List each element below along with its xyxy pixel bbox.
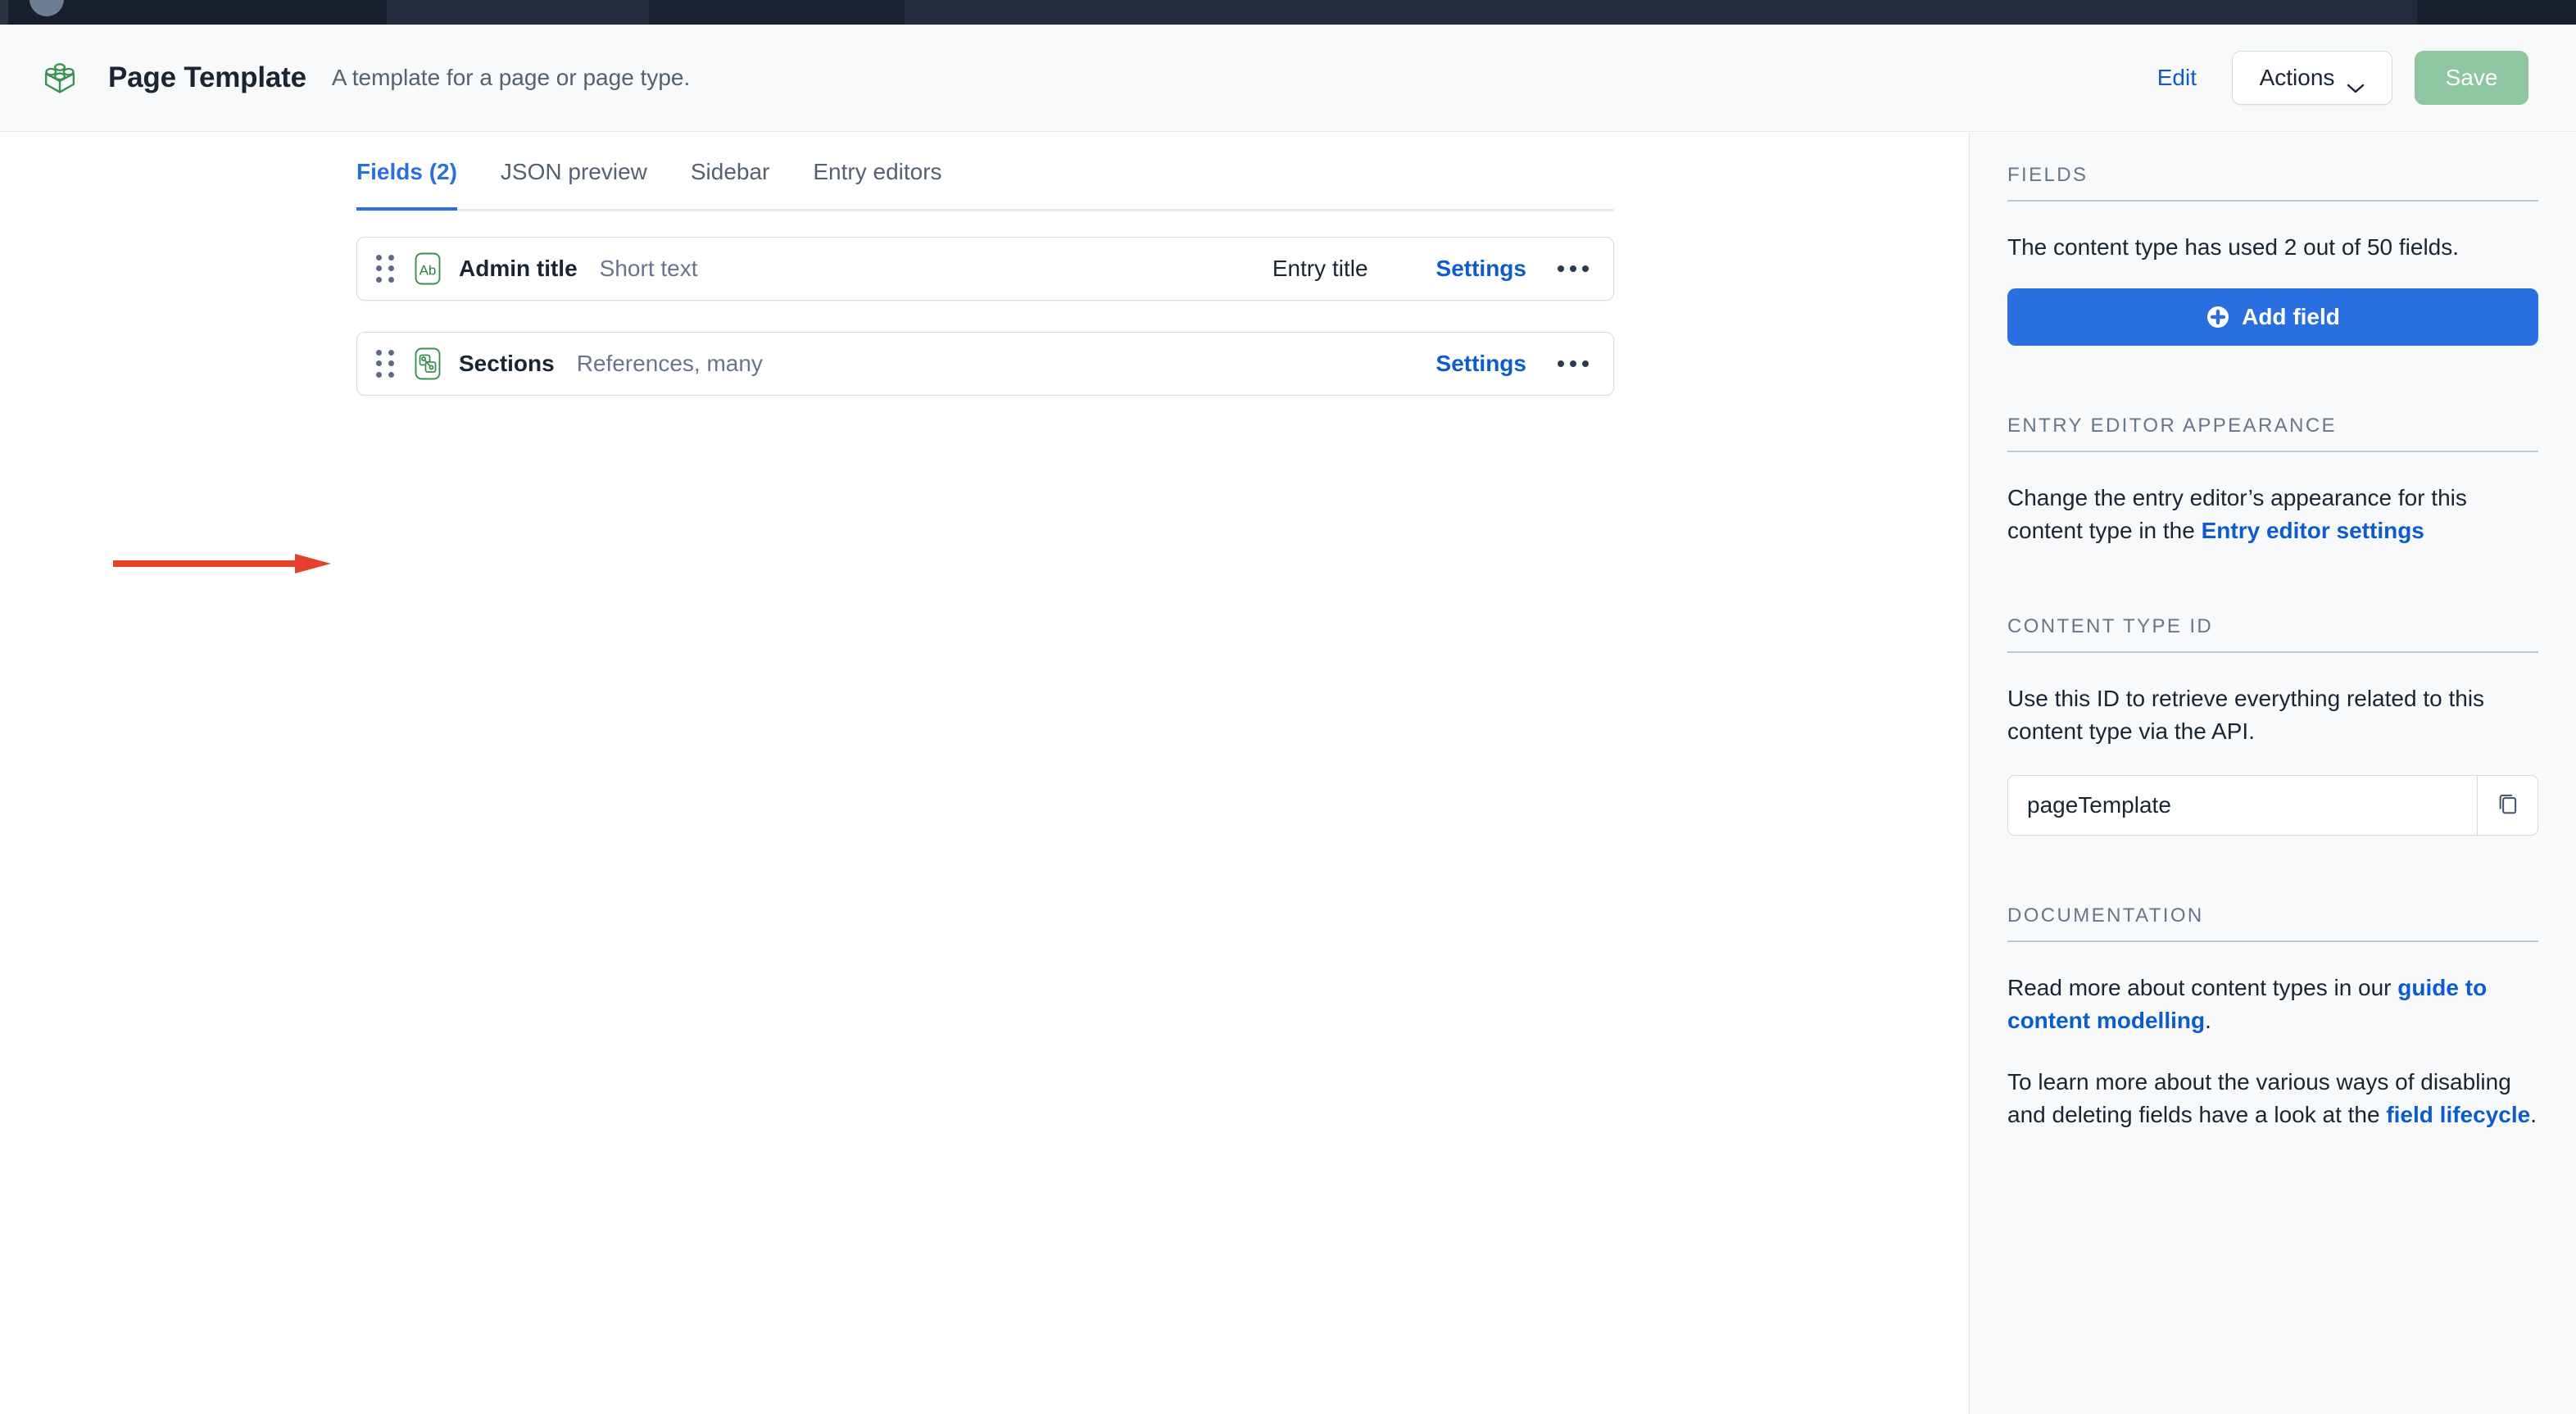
chevron-down-icon [2347,73,2365,93]
field-type: References, many [576,351,763,376]
content-type-id-field[interactable] [2007,774,2538,836]
page-description: A template for a page or page type. [331,65,691,90]
field-settings-link[interactable]: Settings [1436,256,1526,282]
doc-p1-lead: Read more about content types in our [2007,974,2398,1000]
chrome-edge [0,0,8,25]
page-header: Page Template A template for a page or p… [0,25,2576,132]
chrome-segment-3 [649,0,905,25]
tab-entry-editors[interactable]: Entry editors [813,133,941,208]
header-actions-group: Edit Actions Save [2157,51,2528,105]
entry-editor-settings-link[interactable]: Entry editor settings [2202,518,2424,543]
header-left-group: Page Template A template for a page or p… [38,56,690,100]
tab-bar: Fields (2) JSON preview Sidebar Entry ed… [356,133,1614,211]
content-type-brick-icon [38,56,82,100]
main-content: Fields (2) JSON preview Sidebar Entry ed… [0,133,1969,1414]
content-type-id-description: Use this ID to retrieve everything relat… [2007,686,2485,744]
field-name: Admin title [459,256,578,281]
more-options-icon[interactable] [1554,250,1592,288]
chrome-segment-right [2417,0,2576,25]
plus-circle-icon [2206,305,2230,329]
edit-link[interactable]: Edit [2157,65,2197,91]
field-lifecycle-link[interactable]: field lifecycle [2386,1102,2530,1127]
sidebar-section-entry-editor-title: ENTRY EDITOR APPEARANCE [2007,383,2538,452]
table-row[interactable]: Ab Admin title Short text Entry title Se… [356,237,1614,301]
documentation-paragraph-2: To learn more about the various ways of … [2007,1066,2538,1131]
field-list: Ab Admin title Short text Entry title Se… [356,237,1614,427]
sidebar-section-content-type-id-title: CONTENT TYPE ID [2007,584,2538,654]
add-field-button[interactable]: Add field [2007,288,2538,346]
documentation-paragraph-1: Read more about content types in our gui… [2007,972,2538,1037]
sidebar-section-fields-title: FIELDS [2007,133,2538,202]
drag-handle-icon[interactable] [376,255,394,283]
actions-button-label: Actions [2259,65,2335,90]
annotation-arrow-icon [113,549,331,578]
entry-editor-text: Change the entry editor’s appearance for… [2007,482,2538,547]
drag-handle-icon[interactable] [376,350,394,378]
tab-sidebar[interactable]: Sidebar [691,133,770,208]
actions-button[interactable]: Actions [2232,51,2392,105]
field-settings-link[interactable]: Settings [1436,351,1526,377]
right-sidebar: FIELDS The content type has used 2 out o… [1969,133,2576,1414]
app-chrome-bar [0,0,2576,25]
page-title: Page Template [108,61,306,93]
field-type: Short text [599,256,698,281]
save-button-label: Save [2445,65,2498,90]
copy-icon [2496,791,2520,819]
content-type-id-input[interactable] [2008,775,2477,835]
doc-p1-tail: . [2205,1007,2211,1033]
sidebar-section-documentation-title: DOCUMENTATION [2007,873,2538,942]
fields-usage-text: The content type has used 2 out of 50 fi… [2007,234,2460,260]
save-button[interactable]: Save [2415,51,2528,105]
chrome-segment-4 [905,0,2417,25]
short-text-ab-icon: Ab [410,251,446,287]
svg-text:Ab: Ab [420,263,437,279]
tab-fields[interactable]: Fields (2) [356,133,457,211]
entry-title-badge: Entry title [1272,256,1368,281]
copy-button[interactable] [2477,775,2537,835]
doc-p2-tail: . [2530,1102,2537,1127]
chrome-segment-2 [387,0,649,25]
references-icon [410,346,446,382]
field-name: Sections [459,351,555,376]
add-field-button-label: Add field [2242,303,2340,329]
more-options-icon[interactable] [1554,345,1592,383]
table-row[interactable]: Sections References, many Settings [356,332,1614,396]
tab-json-preview[interactable]: JSON preview [501,133,647,208]
